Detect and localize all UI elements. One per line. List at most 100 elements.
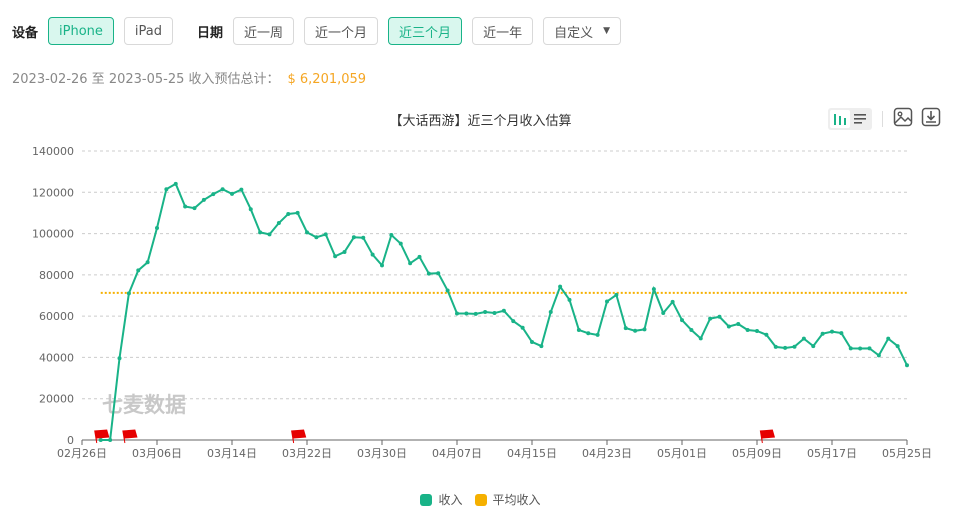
legend-label-revenue: 收入: [438, 491, 462, 508]
data-point: [661, 311, 665, 315]
x-tick-label: 03月22日: [282, 447, 332, 460]
data-point: [202, 198, 206, 202]
legend-swatch-revenue: [420, 494, 432, 506]
x-tick-label: 03月06日: [132, 447, 182, 460]
data-point: [99, 438, 103, 442]
data-point: [905, 363, 909, 367]
data-point: [530, 340, 534, 344]
data-point: [483, 310, 487, 314]
y-tick-label: 80000: [39, 269, 74, 282]
data-point: [221, 187, 225, 191]
data-point: [258, 230, 262, 234]
data-point: [736, 322, 740, 326]
data-point: [502, 309, 506, 313]
y-tick-label: 60000: [39, 310, 74, 323]
data-point: [239, 188, 243, 192]
y-tick-label: 120000: [32, 186, 74, 199]
x-tick-label: 03月14日: [207, 447, 257, 460]
data-point: [155, 226, 159, 230]
data-point: [577, 328, 581, 332]
data-point: [380, 263, 384, 267]
data-point: [371, 253, 375, 257]
data-point: [605, 299, 609, 303]
event-flag-icon: [123, 430, 137, 443]
event-flag-icon: [292, 430, 306, 443]
data-point: [127, 291, 131, 295]
data-point: [521, 326, 525, 330]
data-point: [539, 344, 543, 348]
data-point: [624, 326, 628, 330]
data-point: [399, 242, 403, 246]
revenue-chart: 0200004000060000800001000001200001400000…: [0, 0, 961, 532]
y-tick-label: 40000: [39, 351, 74, 364]
data-point: [896, 344, 900, 348]
data-point: [118, 356, 122, 360]
data-point: [549, 310, 553, 314]
data-point: [811, 344, 815, 348]
data-point: [474, 312, 478, 316]
data-point: [633, 329, 637, 333]
data-point: [324, 232, 328, 236]
x-tick-label: 03月30日: [357, 447, 407, 460]
data-point: [361, 236, 365, 240]
data-point: [746, 328, 750, 332]
data-point: [511, 319, 515, 323]
data-point: [427, 272, 431, 276]
data-point: [455, 311, 459, 315]
data-point: [727, 324, 731, 328]
data-point: [286, 212, 290, 216]
data-point: [146, 260, 150, 264]
data-point: [164, 187, 168, 191]
data-point: [793, 345, 797, 349]
data-point: [446, 289, 450, 293]
data-point: [689, 328, 693, 332]
data-point: [764, 333, 768, 337]
data-point: [680, 318, 684, 322]
data-point: [268, 232, 272, 236]
data-point: [333, 254, 337, 258]
x-tick-label: 05月25日: [882, 447, 932, 460]
data-point: [558, 285, 562, 289]
legend-item-average[interactable]: 平均收入: [475, 491, 541, 508]
data-point: [839, 331, 843, 335]
data-point: [643, 327, 647, 331]
data-point: [183, 205, 187, 209]
x-tick-label: 05月17日: [807, 447, 857, 460]
data-point: [436, 271, 440, 275]
data-point: [193, 206, 197, 210]
data-point: [464, 311, 468, 315]
data-point: [230, 192, 234, 196]
data-point: [314, 235, 318, 239]
data-point: [418, 255, 422, 259]
data-point: [830, 330, 834, 334]
data-point: [305, 230, 309, 234]
data-point: [568, 298, 572, 302]
data-point: [586, 331, 590, 335]
data-point: [849, 346, 853, 350]
data-point: [802, 337, 806, 341]
data-point: [389, 233, 393, 237]
legend-item-revenue[interactable]: 收入: [420, 491, 462, 508]
data-point: [493, 311, 497, 315]
data-point: [886, 337, 890, 341]
data-point: [174, 182, 178, 186]
data-point: [755, 329, 759, 333]
event-flag-icon: [760, 430, 774, 443]
x-tick-label: 05月09日: [732, 447, 782, 460]
data-point: [671, 300, 675, 304]
x-tick-label: 04月15日: [507, 447, 557, 460]
data-point: [652, 287, 656, 291]
data-point: [136, 268, 140, 272]
x-tick-label: 02月26日: [57, 447, 107, 460]
data-point: [821, 332, 825, 336]
data-point: [614, 293, 618, 297]
y-tick-label: 140000: [32, 145, 74, 158]
data-point: [877, 353, 881, 357]
data-point: [718, 315, 722, 319]
legend-swatch-average: [475, 494, 487, 506]
data-point: [596, 333, 600, 337]
data-point: [249, 207, 253, 211]
chart-legend: 收入 平均收入: [0, 491, 961, 508]
data-point: [211, 192, 215, 196]
data-point: [708, 317, 712, 321]
